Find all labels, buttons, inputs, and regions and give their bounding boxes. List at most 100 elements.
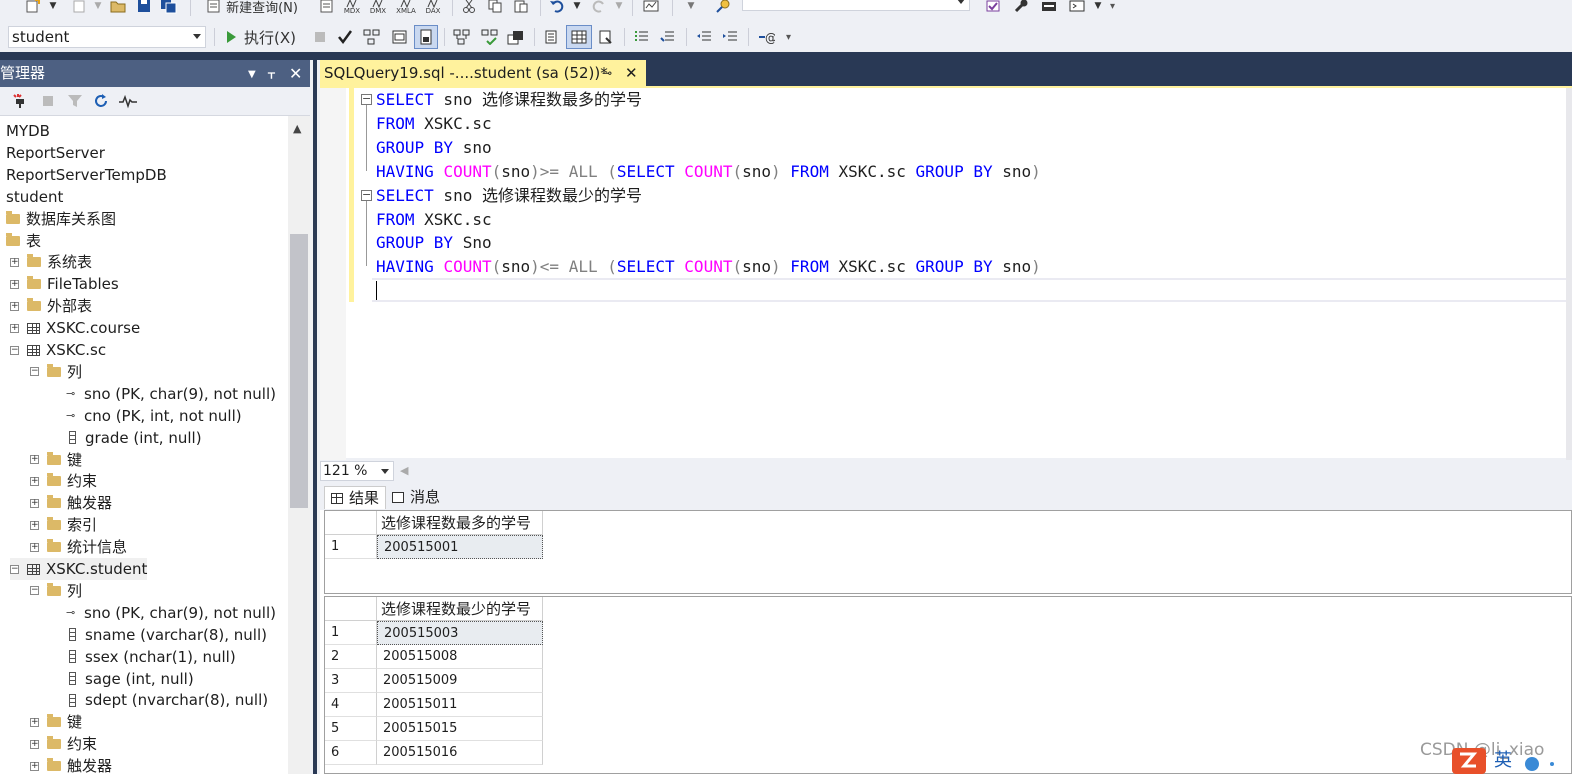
results-to-text-icon[interactable] <box>540 26 564 48</box>
open-file-icon[interactable] <box>108 0 128 17</box>
tree-node[interactable]: − XSKC.sc <box>10 339 106 361</box>
tree-node[interactable]: + 键 <box>30 449 82 471</box>
chevron-down-icon[interactable]: ▼ <box>680 0 702 17</box>
collapse-icon[interactable]: − <box>30 586 39 596</box>
code-line[interactable]: GROUP BY sno <box>376 136 492 160</box>
collapse-icon[interactable]: − <box>10 345 19 355</box>
tab-messages[interactable]: 消息 <box>386 486 446 509</box>
refresh-icon[interactable] <box>90 90 112 112</box>
tree-node[interactable]: + FileTables <box>10 273 119 295</box>
tree-node[interactable]: grade (int, null) <box>66 427 202 449</box>
collapse-icon[interactable]: − <box>10 564 19 574</box>
scroll-left-icon[interactable]: ◀ <box>400 464 408 477</box>
find-icon[interactable] <box>712 0 734 17</box>
close-icon[interactable]: ✕ <box>625 60 638 86</box>
increase-indent-icon[interactable] <box>718 26 742 48</box>
grid-cell[interactable]: 200515011 <box>377 693 543 717</box>
tab-results[interactable]: 结果 <box>324 486 387 509</box>
close-icon[interactable]: ✕ <box>289 60 302 87</box>
tree-node[interactable]: 数据库关系图 <box>0 208 116 230</box>
collapse-icon[interactable]: − <box>30 367 39 377</box>
save-icon[interactable] <box>134 0 154 17</box>
result-grid-2[interactable]: 选修课程数最少的学号 1 200515003 2 200515008 3 20051500… <box>324 596 1572 774</box>
chevron-down-icon[interactable] <box>193 34 201 39</box>
redo-icon[interactable] <box>588 0 610 17</box>
dax-query-icon[interactable]: DAX <box>421 0 445 17</box>
results-to-grid-icon[interactable] <box>566 25 592 49</box>
include-actual-plan-icon[interactable] <box>450 26 474 48</box>
row-number[interactable]: 1 <box>325 621 377 645</box>
tree-node[interactable]: + 键 <box>30 711 82 733</box>
tree-node[interactable]: student <box>0 186 63 208</box>
xmla-query-icon[interactable]: XMLA <box>393 0 419 17</box>
new-query-button[interactable]: 新建查询(N) <box>196 0 308 17</box>
pin-icon[interactable]: ᚁ <box>268 60 275 87</box>
editor-vertical-scrollbar[interactable] <box>1566 88 1572 460</box>
expand-icon[interactable]: + <box>10 301 19 311</box>
row-number[interactable]: 3 <box>325 669 377 693</box>
find-combo[interactable] <box>742 0 970 11</box>
client-stats-icon[interactable] <box>504 26 528 48</box>
stop-icon[interactable] <box>310 26 330 48</box>
tree-node[interactable]: + 统计信息 <box>30 536 127 558</box>
dmx-query-icon[interactable]: DMX <box>366 0 390 17</box>
mdx-query-icon[interactable]: MDX <box>340 0 364 17</box>
chevron-down-icon[interactable]: ▼ <box>248 61 256 88</box>
ime-mode[interactable]: 英 <box>1494 746 1512 772</box>
result-grid-1[interactable]: 选修课程数最多的学号 1 200515001 <box>324 510 1572 594</box>
tree-node[interactable]: + XSKC.course <box>10 317 140 339</box>
grid-cell[interactable]: 200515016 <box>377 741 543 765</box>
toolbar-overflow-icon[interactable]: ▾ <box>786 32 791 43</box>
tree-node[interactable]: MYDB <box>0 120 50 142</box>
chevron-down-icon[interactable]: ▼ <box>570 0 584 17</box>
grid-corner[interactable] <box>325 511 377 535</box>
properties-wrench-icon[interactable] <box>1010 0 1032 17</box>
collapse-icon[interactable]: − <box>361 93 372 105</box>
uncomment-lines-icon[interactable] <box>656 26 680 48</box>
connect-icon[interactable] <box>8 90 34 112</box>
tree-node[interactable]: − XSKC.student <box>10 558 148 580</box>
expand-icon[interactable]: + <box>30 455 39 464</box>
output-window-icon[interactable] <box>1066 0 1088 17</box>
tree-node[interactable]: ⊸ cno (PK, int, not null) <box>66 405 242 427</box>
code-line[interactable]: FROM XSKC.sc <box>376 112 492 136</box>
solution-explorer-icon[interactable] <box>982 0 1004 17</box>
comment-lines-icon[interactable] <box>630 26 654 48</box>
cut-icon[interactable] <box>458 0 480 17</box>
tree-node[interactable]: ReportServerTempDB <box>0 164 167 186</box>
chevron-down-icon[interactable]: ▼ <box>612 0 626 17</box>
collapse-icon[interactable]: − <box>361 189 372 201</box>
toolbox-icon[interactable] <box>1038 0 1060 17</box>
expand-icon[interactable]: + <box>10 323 19 333</box>
code-line[interactable]: HAVING COUNT(sno)>= ALL (SELECT COUNT(sn… <box>376 160 1041 184</box>
tree-node[interactable]: sage (int, null) <box>66 668 194 690</box>
grid-cell[interactable]: 200515015 <box>377 717 543 741</box>
chevron-down-icon[interactable]: ▼ <box>46 0 60 17</box>
grid-cell[interactable]: 200515008 <box>377 645 543 669</box>
column-header[interactable]: 选修课程数最多的学号 <box>377 511 543 535</box>
tree-node[interactable]: + 索引 <box>30 514 97 536</box>
tree-node[interactable]: 表 <box>0 230 41 252</box>
activity-monitor-icon[interactable] <box>640 0 662 17</box>
filter-icon[interactable] <box>64 90 86 112</box>
scrollbar-thumb[interactable] <box>290 234 308 508</box>
column-header[interactable]: 选修课程数最少的学号 <box>377 597 543 621</box>
new-project-icon[interactable] <box>22 0 44 17</box>
expand-icon[interactable]: + <box>30 542 39 552</box>
decrease-indent-icon[interactable] <box>692 26 716 48</box>
database-engine-query-icon[interactable] <box>316 0 338 17</box>
tree-node[interactable]: ⊸ sno (PK, char(9), not null) <box>66 602 276 624</box>
row-number[interactable]: 6 <box>325 741 377 765</box>
code-line[interactable]: SELECT sno 选修课程数最多的学号 <box>376 88 642 112</box>
code-line[interactable]: HAVING COUNT(sno)<= ALL (SELECT COUNT(sn… <box>376 255 1041 279</box>
row-number[interactable]: 2 <box>325 645 377 669</box>
results-to-file-icon[interactable] <box>594 26 618 48</box>
save-all-icon[interactable] <box>158 0 180 17</box>
zoom-combo[interactable]: 121 % <box>320 461 394 481</box>
parse-checkmark-icon[interactable] <box>334 26 356 48</box>
tree-node[interactable]: + 约束 <box>30 470 97 492</box>
row-number[interactable]: 5 <box>325 717 377 741</box>
object-explorer-scrollbar[interactable]: ▲ <box>288 116 310 774</box>
tree-node[interactable]: − 列 <box>30 361 82 383</box>
tree-node[interactable]: + 触发器 <box>30 755 112 774</box>
